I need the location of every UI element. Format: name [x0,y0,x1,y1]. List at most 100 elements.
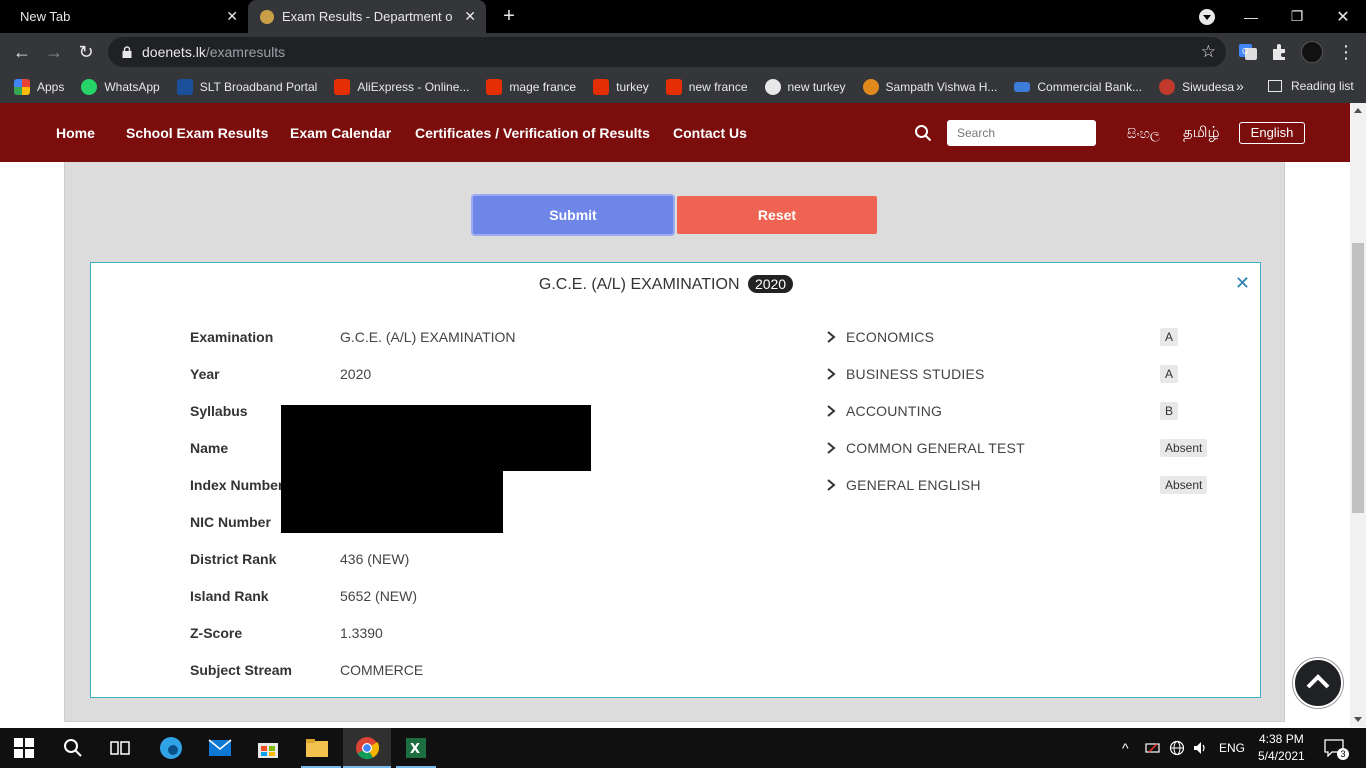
excel-icon[interactable]: X [404,736,428,760]
bookmark-turkey[interactable]: turkey [593,79,649,95]
extensions-puzzle-icon[interactable] [1270,42,1290,62]
bookmark-aliexpress[interactable]: AliExpress - Online... [334,79,469,95]
siwudesa-icon [1159,79,1176,95]
scroll-thumb[interactable] [1352,243,1364,513]
bookmark-commercial-bank[interactable]: Commercial Bank... [1014,80,1142,94]
subject-grade-badge: Absent [1160,476,1208,494]
lang-tamil-link[interactable]: தமிழ் [1183,124,1220,143]
result-title-text: G.C.E. (A/L) EXAMINATION [538,276,740,293]
bookmark-label: Siwudesa [1182,80,1235,94]
subject-row[interactable]: COMMON GENERAL TEST Absent [826,439,1246,460]
store-icon[interactable] [256,736,280,760]
subject-name: BUSINESS STUDIES [846,366,985,382]
bookmark-whatsapp[interactable]: WhatsApp [81,79,160,95]
taskbar-search-icon[interactable] [61,736,85,760]
site-navbar: Home School Exam Results Exam Calendar C… [0,103,1350,162]
svg-text:G: G [1242,47,1248,56]
bookmark-apps[interactable]: Apps [14,79,64,95]
bookmark-label: Sampath Vishwa H... [885,80,998,94]
window-close-icon[interactable]: ✕ [1320,0,1366,33]
lang-sinhala-link[interactable]: සිංහල [1127,126,1160,142]
translate-extension-icon[interactable]: G [1238,42,1258,62]
scroll-up-arrow-icon[interactable] [1354,108,1362,113]
close-result-icon[interactable]: ✕ [1235,273,1250,294]
restore-icon[interactable]: ❐ [1274,0,1320,33]
submit-button[interactable]: Submit [473,196,673,234]
bookmark-new-turkey[interactable]: new turkey [764,79,846,95]
tab-new-tab[interactable]: New Tab ✕ [0,0,246,33]
combank-icon [1014,82,1031,92]
forward-arrow-icon[interactable]: → [43,41,65,63]
year-badge: 2020 [747,275,794,293]
profile-avatar[interactable] [1301,41,1323,63]
bookmark-siwudesa[interactable]: Siwudesa [1159,79,1234,95]
new-tab-plus-icon[interactable]: + [499,6,519,26]
file-explorer-icon[interactable] [305,736,329,760]
field-label: Island Rank [190,588,269,604]
back-arrow-icon[interactable]: ← [11,41,33,63]
subject-name: ACCOUNTING [846,403,943,419]
doe-favicon-icon [260,9,274,24]
bookmark-label: new france [688,80,748,94]
reading-list-button[interactable]: Reading list [1268,79,1354,93]
mail-icon[interactable] [208,736,232,760]
browser-menu-icon[interactable]: ⋮ [1335,41,1357,63]
chevron-up-icon [1306,674,1330,689]
chrome-icon[interactable] [355,736,379,760]
minimize-icon[interactable]: — [1228,0,1274,33]
nav-school-exam-results[interactable]: School Exam Results [126,125,268,141]
subject-row[interactable]: ECONOMICS A [826,328,1246,349]
scroll-down-arrow-icon[interactable] [1354,717,1362,722]
clock-date[interactable]: 5/4/2021 [1258,749,1305,763]
nav-exam-calendar[interactable]: Exam Calendar [290,125,391,141]
reload-icon[interactable]: ↻ [75,41,97,63]
scroll-to-top-button[interactable] [1293,658,1343,708]
volume-icon[interactable] [1192,740,1208,756]
subject-name: COMMON GENERAL TEST [846,440,1025,456]
search-icon[interactable] [914,124,932,142]
subject-row[interactable]: BUSINESS STUDIES A [826,365,1246,386]
page-scrollbar[interactable] [1350,103,1366,727]
tab-search-icon[interactable] [1199,9,1215,25]
subject-row[interactable]: GENERAL ENGLISH Absent [826,476,1246,497]
chevron-right-icon [827,368,836,380]
bookmark-new-france[interactable]: new france [665,79,748,95]
bookmark-sampath[interactable]: Sampath Vishwa H... [862,79,998,95]
bookmark-star-icon[interactable]: ☆ [1201,42,1216,62]
field-value: 2020 [340,366,372,382]
address-bar[interactable]: doenets.lk/examresults ☆ [108,37,1226,67]
bookmark-label: AliExpress - Online... [357,80,470,94]
bookmarks-overflow-chevron-icon[interactable]: » [1236,78,1244,94]
subject-name: GENERAL ENGLISH [846,477,981,493]
nav-certificates[interactable]: Certificates / Verification of Results [415,125,650,141]
browser-tab-strip: New Tab ✕ Exam Results - Department of E… [0,0,1366,33]
battery-icon[interactable] [1145,740,1161,756]
field-value: 1.3390 [340,625,383,641]
bookmark-label: WhatsApp [104,80,160,94]
chevron-right-icon [827,405,836,417]
lock-icon [122,46,132,58]
windows-start-icon[interactable] [14,738,34,758]
chevron-right-icon [827,479,836,491]
task-view-icon[interactable] [108,736,132,760]
lang-english-link[interactable]: English [1239,122,1305,144]
tab-close-icon[interactable]: ✕ [226,8,238,25]
input-language-indicator[interactable]: ENG [1219,741,1245,755]
tab-close-icon[interactable]: ✕ [464,8,476,25]
tray-overflow-chevron-icon[interactable]: ^ [1122,740,1129,756]
clock-time[interactable]: 4:38 PM [1259,732,1304,746]
tab-exam-results[interactable]: Exam Results - Department of Examination… [248,0,486,33]
web-page: Home School Exam Results Exam Calendar C… [0,103,1350,727]
search-input[interactable] [947,120,1096,146]
subject-grade-badge: B [1160,402,1179,420]
browser-toolbar: ← → ↻ doenets.lk/examresults ☆ G ⋮ [0,33,1366,71]
bookmark-slt[interactable]: SLT Broadband Portal [176,79,317,95]
edge-browser-icon[interactable] [159,736,183,760]
bookmark-label: turkey [616,80,649,94]
nav-contact-us[interactable]: Contact Us [673,125,747,141]
network-globe-icon[interactable] [1169,740,1185,756]
subject-row[interactable]: ACCOUNTING B [826,402,1246,423]
nav-home[interactable]: Home [56,125,95,141]
reset-button[interactable]: Reset [677,196,877,234]
bookmark-mage-france[interactable]: mage france [486,79,576,95]
